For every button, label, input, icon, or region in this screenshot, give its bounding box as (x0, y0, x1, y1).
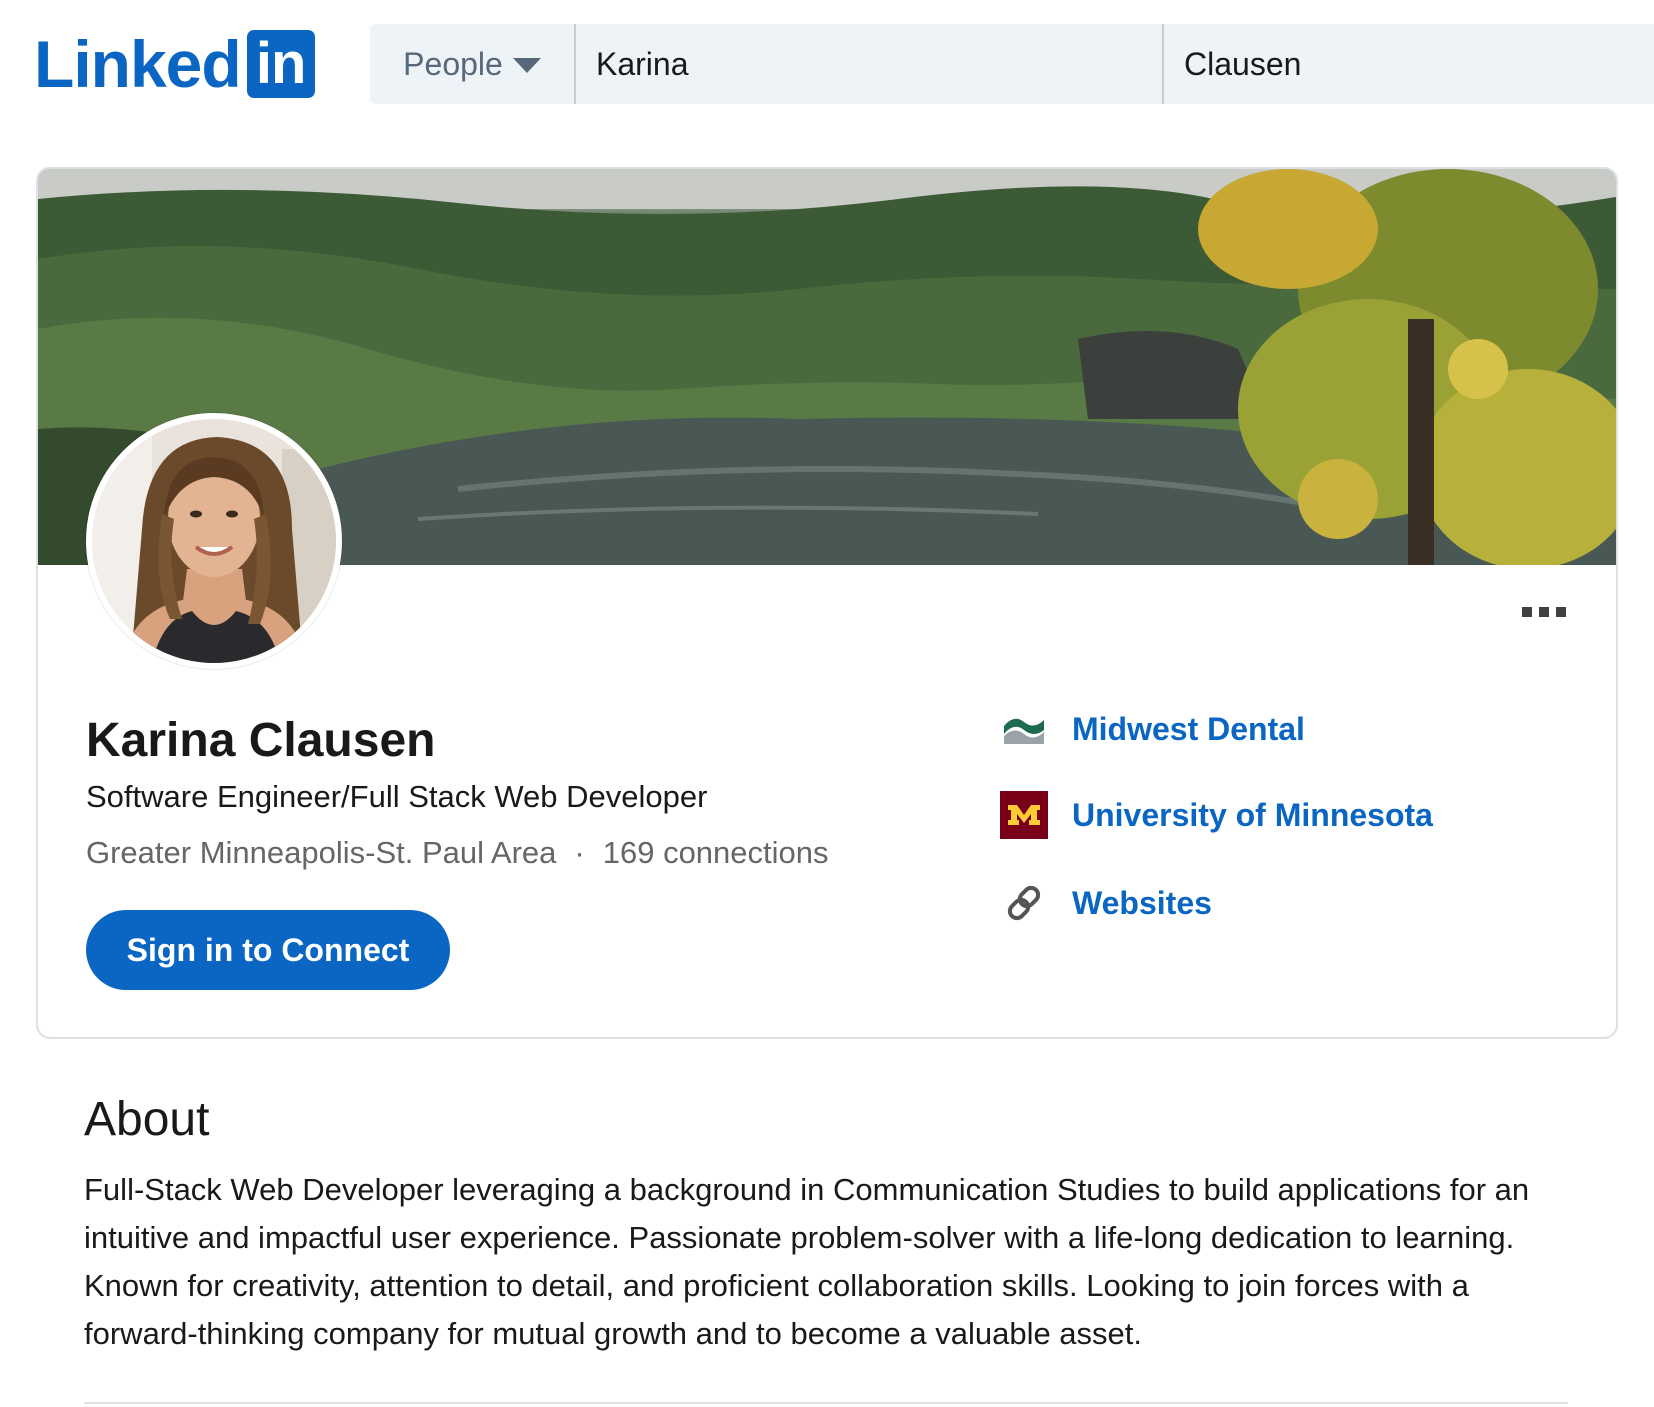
side-item-university[interactable]: University of Minnesota (1000, 791, 1433, 839)
midwest-dental-logo-icon (1000, 705, 1048, 753)
caret-down-icon (512, 58, 541, 73)
section-divider (84, 1402, 1568, 1404)
search-type-dropdown[interactable]: People (370, 24, 576, 104)
profile-location: Greater Minneapolis-St. Paul Area (86, 835, 557, 870)
top-bar: Linked in People (0, 0, 1654, 125)
university-of-minnesota-logo-icon (1000, 791, 1048, 839)
last-name-input[interactable] (1164, 24, 1654, 104)
meta-separator: · (574, 835, 585, 870)
side-item-midwest-dental[interactable]: Midwest Dental (1000, 705, 1305, 753)
people-search-bar: People (370, 24, 1654, 104)
ellipsis-icon (1522, 607, 1532, 617)
profile-headline: Software Engineer/Full Stack Web Develop… (86, 779, 708, 814)
more-actions-button[interactable] (1518, 599, 1570, 625)
side-item-websites[interactable]: Websites (1000, 879, 1212, 927)
search-type-label: People (403, 45, 503, 82)
linkedin-logo[interactable]: Linked in (34, 30, 315, 98)
sign-in-to-connect-button[interactable]: Sign in to Connect (86, 910, 450, 990)
about-heading: About (84, 1093, 210, 1146)
ellipsis-icon (1556, 607, 1566, 617)
ellipsis-icon (1539, 607, 1549, 617)
profile-connections: 169 connections (602, 835, 829, 870)
profile-meta: Greater Minneapolis-St. Paul Area · 169 co… (86, 833, 829, 873)
side-item-label: Midwest Dental (1072, 710, 1305, 747)
side-item-label: Websites (1072, 884, 1212, 921)
side-item-label: University of Minnesota (1072, 796, 1433, 833)
first-name-input[interactable] (576, 24, 1164, 104)
profile-card: Karina Clausen Software Engineer/Full St… (36, 167, 1618, 1039)
profile-avatar[interactable] (86, 413, 342, 669)
logo-in-box: in (246, 30, 315, 98)
umn-logo-box (1000, 791, 1048, 839)
logo-wordmark: Linked (34, 27, 242, 101)
link-icon (1000, 879, 1048, 927)
profile-name: Karina Clausen (86, 714, 436, 767)
about-text: Full-Stack Web Developer leveraging a ba… (84, 1172, 1530, 1351)
